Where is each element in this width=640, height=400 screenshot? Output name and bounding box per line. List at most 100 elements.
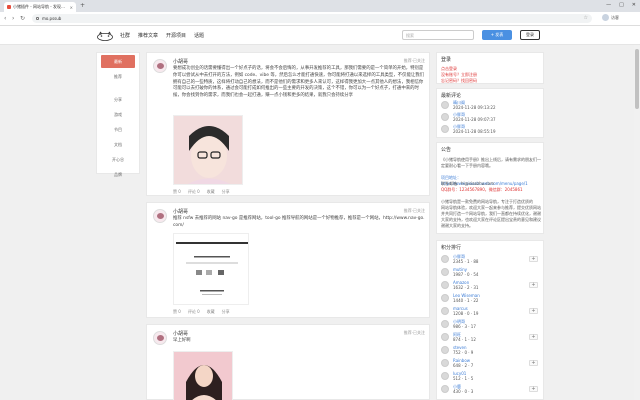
user-avatar[interactable] xyxy=(153,209,167,223)
login-link[interactable]: 点击登录 xyxy=(441,66,457,72)
post-username[interactable]: 小胡哥 xyxy=(173,58,188,65)
sidenav-item-share[interactable]: 分享 xyxy=(101,93,135,106)
nav-item-articles[interactable]: 推荐文章 xyxy=(138,32,158,39)
nav-item-community[interactable]: 社群 xyxy=(120,32,130,39)
rank-user-avatar[interactable] xyxy=(441,294,449,302)
minimize-icon[interactable]: — xyxy=(606,2,611,8)
rank-user-avatar[interactable] xyxy=(441,281,449,289)
favorite-button[interactable]: 收藏 xyxy=(207,309,215,315)
rank-user-avatar[interactable] xyxy=(441,372,449,380)
search-input[interactable] xyxy=(406,32,470,38)
page-scrollbar[interactable] xyxy=(634,45,640,400)
nav-item-topics[interactable]: 话题 xyxy=(194,32,204,39)
sidenav-item-games[interactable]: 游戏 xyxy=(101,108,135,121)
follow-button[interactable]: + xyxy=(529,386,538,392)
user-avatar[interactable] xyxy=(153,331,167,345)
notice-line: 并共同打造一个网站导航，我们一直都在持续优化，谢谢 xyxy=(441,211,541,216)
rank-user-stats: 2345 · 1 · 88 xyxy=(453,259,479,264)
sidenav-item-latest[interactable]: 最新 xyxy=(101,55,135,68)
sidenav-item-docs[interactable]: 文档 xyxy=(101,138,135,151)
rank-user-avatar[interactable] xyxy=(441,320,449,328)
forward-icon[interactable]: › xyxy=(12,15,14,22)
profile-button[interactable]: 访客 xyxy=(602,14,619,21)
girl-photo-icon xyxy=(174,116,242,184)
rank-user-avatar[interactable] xyxy=(441,385,449,393)
post-image[interactable] xyxy=(173,115,243,185)
follow-button[interactable]: + xyxy=(529,334,538,340)
commenter-avatar[interactable] xyxy=(441,125,449,133)
site-header: 社群 推荐文章 开源项目 话题 + 发表 登录 xyxy=(0,26,640,45)
browser-tab[interactable]: 小猪插件 - 网站导航 - 发现… × xyxy=(4,2,76,12)
rank-user-stats: 1208 · 0 · 19 xyxy=(453,311,479,316)
notice-line: 谢谢大家的支持。 xyxy=(441,223,473,228)
comment-button[interactable]: 评论 0 xyxy=(188,189,200,195)
follow-button[interactable]: + xyxy=(529,308,538,314)
sidenav-item-shows[interactable]: 节目 xyxy=(101,123,135,136)
window-controls: — □ ✕ xyxy=(606,2,636,8)
post-button[interactable]: + 发表 xyxy=(482,30,512,40)
post-image[interactable] xyxy=(173,233,249,305)
rank-user-stats: 430 · 0 · 3 xyxy=(453,389,474,394)
address-bar[interactable]: mo.pssub ☆ xyxy=(32,14,592,23)
reset-password-link[interactable]: 忘记密码？找回密码 xyxy=(441,78,477,84)
sidenav-item-happy[interactable]: 开心谷 xyxy=(101,153,135,166)
bookmark-star-icon[interactable]: ☆ xyxy=(584,15,588,21)
sidenav-item-recommend[interactable]: 推荐 xyxy=(101,70,135,83)
rank-user-avatar[interactable] xyxy=(441,346,449,354)
rank-user-avatar[interactable] xyxy=(441,359,449,367)
nav-item-opensource[interactable]: 开源项目 xyxy=(166,32,186,39)
rank-user-stats: 752 · 0 · 9 xyxy=(453,350,474,355)
notice-line: 联系邮箱：hi@xiaozhu.com xyxy=(441,181,495,186)
search-box xyxy=(402,30,474,40)
post-username[interactable]: 小胡哥 xyxy=(173,208,188,215)
post-username[interactable]: 小胡哥 xyxy=(173,330,188,337)
scrollbar-thumb[interactable] xyxy=(635,49,639,109)
rank-user-avatar[interactable] xyxy=(441,333,449,341)
rank-user-avatar[interactable] xyxy=(441,268,449,276)
follow-button[interactable]: + xyxy=(529,282,538,288)
close-tab-icon[interactable]: × xyxy=(70,5,73,10)
post-follow-status[interactable]: 推荐·已关注 xyxy=(404,208,425,214)
rank-user-stats: 986 · 3 · 17 xyxy=(453,324,476,329)
favorite-button[interactable]: 收藏 xyxy=(207,189,215,195)
follow-button[interactable]: + xyxy=(529,256,538,262)
post-follow-status[interactable]: 推荐·已关注 xyxy=(404,58,425,64)
commenter-avatar[interactable] xyxy=(441,101,449,109)
website-screenshot-icon xyxy=(174,234,248,304)
comment-button[interactable]: 评论 0 xyxy=(188,309,200,315)
rank-user-avatar[interactable] xyxy=(441,307,449,315)
ranking-panel: 积分排行 小胖哥 2345 · 1 · 88 + mutiny 1987 · 0… xyxy=(436,240,544,400)
back-icon[interactable]: ‹ xyxy=(4,15,6,22)
share-button[interactable]: 分享 xyxy=(222,189,230,195)
register-link[interactable]: 没有账号？立即注册 xyxy=(441,72,477,78)
like-button[interactable]: 赞 0 xyxy=(173,309,181,315)
user-avatar[interactable] xyxy=(153,59,167,73)
commenter-avatar[interactable] xyxy=(441,113,449,121)
reload-icon[interactable]: ↻ xyxy=(20,15,25,22)
post-image[interactable] xyxy=(173,351,233,400)
post-follow-status[interactable]: 推荐·已关注 xyxy=(404,330,425,336)
side-nav: 最新 推荐 分享 游戏 节目 文档 开心谷 品牌 xyxy=(96,52,140,177)
post-actions: 赞 0 评论 0 收藏 分享 xyxy=(173,189,230,195)
notice-line: 大家的支持，也欢迎大家在评论区提出宝贵的意见和建议 xyxy=(441,217,541,222)
favicon-icon xyxy=(7,5,11,9)
notice-line: 定要耐心看一下手册内容哦。 xyxy=(441,163,493,168)
url-text: mo.pssub xyxy=(42,16,62,21)
new-tab-button[interactable]: + xyxy=(80,2,85,9)
maximize-icon[interactable]: □ xyxy=(619,2,624,8)
girl-photo-icon xyxy=(174,352,232,400)
notice-line: QQ群号：1234567890，微信群：2045861 xyxy=(441,187,523,192)
panel-title: 公告 xyxy=(441,147,452,153)
share-button[interactable]: 分享 xyxy=(222,309,230,315)
pig-logo-icon[interactable] xyxy=(96,30,114,41)
post-card: 小胡哥 推荐·已关注 早上好啊 xyxy=(146,324,430,400)
sidenav-item-brand[interactable]: 品牌 xyxy=(101,168,135,181)
close-window-icon[interactable]: ✕ xyxy=(632,2,636,8)
browser-tabbar: 小猪插件 - 网站导航 - 发现… × + — □ ✕ xyxy=(0,0,640,12)
rank-user-stats: 1632 · 2 · 31 xyxy=(453,285,479,290)
login-button[interactable]: 登录 xyxy=(520,30,540,40)
rank-user-avatar[interactable] xyxy=(441,255,449,263)
sidenav-divider xyxy=(97,85,139,91)
follow-button[interactable]: + xyxy=(529,360,538,366)
like-button[interactable]: 赞 0 xyxy=(173,189,181,195)
